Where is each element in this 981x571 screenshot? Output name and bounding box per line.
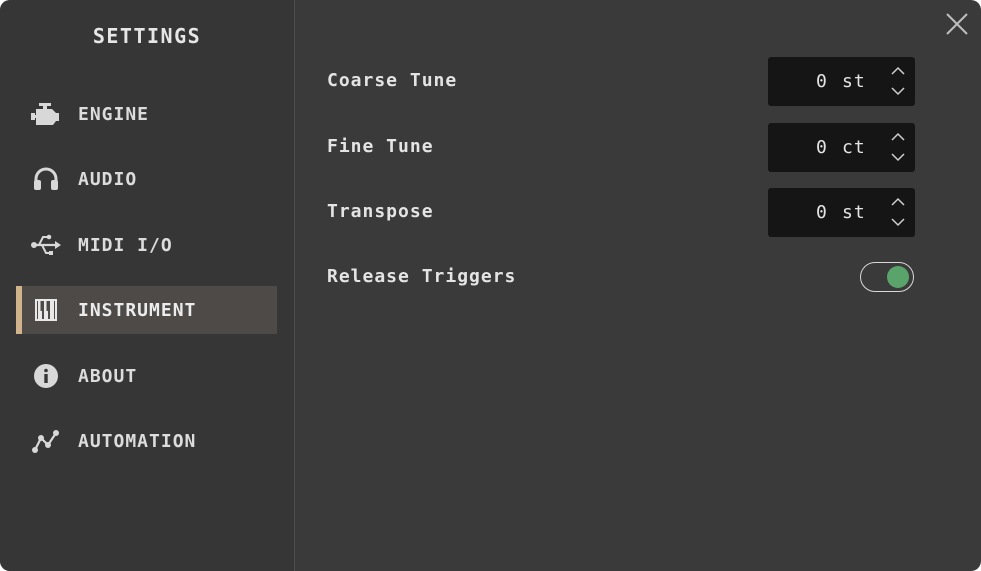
sidebar-item-about[interactable]: ABOUT: [16, 352, 277, 400]
chevron-up-icon[interactable]: [890, 197, 906, 207]
info-icon: [30, 361, 62, 391]
sidebar: SETTINGS ENGINE AUDIO MIDI I/O INSTRUMEN…: [0, 0, 295, 571]
chevron-up-icon[interactable]: [890, 66, 906, 76]
transpose-label: Transpose: [327, 201, 434, 222]
release-triggers-label: Release Triggers: [327, 266, 517, 287]
sidebar-item-engine[interactable]: ENGINE: [16, 90, 277, 138]
fine-tune-unit: ct: [842, 137, 866, 158]
usb-icon: [30, 230, 62, 260]
chevron-down-icon[interactable]: [890, 152, 906, 162]
sidebar-item-midi-io[interactable]: MIDI I/O: [16, 221, 277, 269]
close-button[interactable]: [944, 11, 970, 37]
sidebar-item-label: AUDIO: [78, 169, 138, 190]
transpose-unit: st: [842, 202, 866, 223]
toggle-knob: [887, 266, 909, 288]
coarse-tune-label: Coarse Tune: [327, 70, 458, 91]
sidebar-item-audio[interactable]: AUDIO: [16, 155, 277, 203]
headphones-icon: [30, 164, 62, 194]
close-icon: [946, 13, 968, 35]
transpose-value[interactable]: 0: [816, 202, 828, 223]
settings-window: SETTINGS ENGINE AUDIO MIDI I/O INSTRUMEN…: [0, 0, 981, 571]
automation-curve-icon: [30, 426, 62, 456]
sidebar-item-instrument[interactable]: INSTRUMENT: [16, 286, 277, 334]
chevron-up-icon[interactable]: [890, 132, 906, 142]
coarse-tune-value[interactable]: 0: [816, 71, 828, 92]
coarse-tune-stepper[interactable]: 0 st: [768, 57, 915, 106]
release-triggers-toggle[interactable]: [860, 262, 914, 292]
coarse-tune-unit: st: [842, 71, 866, 92]
fine-tune-label: Fine Tune: [327, 136, 434, 157]
sidebar-item-label: AUTOMATION: [78, 431, 197, 452]
piano-keys-icon: [30, 295, 62, 325]
chevron-down-icon[interactable]: [890, 86, 906, 96]
sidebar-item-label: ENGINE: [78, 104, 150, 125]
fine-tune-stepper[interactable]: 0 ct: [768, 123, 915, 172]
sidebar-item-label: MIDI I/O: [78, 235, 173, 256]
sidebar-item-label: ABOUT: [78, 366, 138, 387]
sidebar-item-automation[interactable]: AUTOMATION: [16, 417, 277, 465]
chevron-down-icon[interactable]: [890, 217, 906, 227]
sidebar-title: SETTINGS: [92, 24, 202, 48]
fine-tune-value[interactable]: 0: [816, 137, 828, 158]
transpose-stepper[interactable]: 0 st: [768, 188, 915, 237]
engine-icon: [30, 99, 62, 129]
sidebar-item-label: INSTRUMENT: [78, 300, 197, 321]
